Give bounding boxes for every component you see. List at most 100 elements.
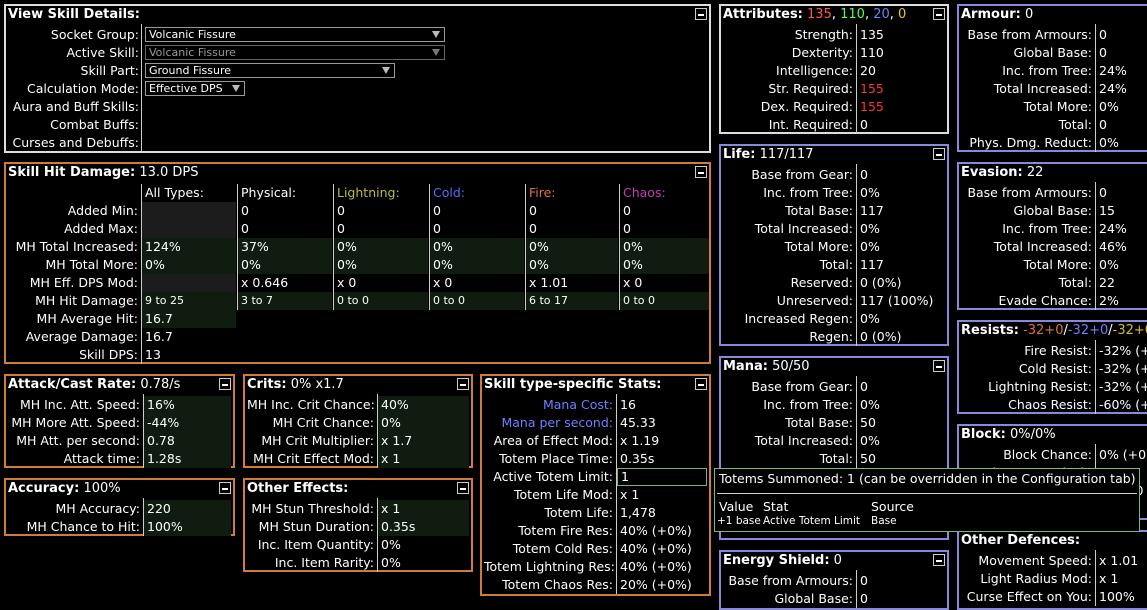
hit-row: MH Hit Damage: 9 to 25 3 to 70 to 00 to 06…: [8, 292, 709, 310]
stat-value: 24%: [1099, 63, 1127, 78]
stat-label: Inc. from Tree:: [763, 397, 853, 412]
skill-part-dropdown[interactable]: Ground Fissure: [145, 63, 395, 78]
stat-label: Str. Required:: [768, 81, 853, 96]
stat-value: 0%: [381, 555, 401, 570]
stat-value: x 1: [620, 487, 640, 502]
stat-row: Total Base: 50: [723, 414, 945, 432]
stat-label: Total Increased:: [754, 221, 853, 236]
stat-value: 1: [617, 468, 707, 486]
resists-title: Resists: -32+0/-32+0/-32+0: [961, 323, 1147, 338]
stat-value: 40% (+0%): [620, 523, 692, 538]
column-header: All Types:: [145, 185, 204, 200]
stat-row: Cold Resist: -32% (+0: [961, 360, 1147, 378]
stat-row: MH Inc. Crit Chance: 40%: [247, 396, 469, 414]
stat-value: 0: [860, 117, 868, 132]
stat-label: Base from Armours:: [728, 573, 853, 588]
stat-label: Inc. from Tree:: [1002, 221, 1092, 236]
collapse-icon[interactable]: [933, 360, 945, 372]
active-skill-dropdown[interactable]: Volcanic Fissure: [145, 45, 445, 60]
stat-row: Area of Effect Mod: x 1.19: [484, 432, 707, 450]
collapse-icon[interactable]: [457, 378, 469, 390]
stat-value: -60% (+0: [1099, 397, 1147, 412]
tooltip-title: Totems Summoned: 1 (can be overridden in…: [719, 471, 1136, 486]
stat-label: MH Crit Effect Mod:: [253, 451, 374, 466]
stat-label: Dexterity:: [791, 45, 853, 60]
stat-label: Mana per second:: [501, 415, 613, 430]
collapse-icon[interactable]: [933, 554, 945, 566]
stat-value: -44%: [144, 414, 231, 432]
tooltip-cell-stat: Active Totem Limit: [763, 515, 861, 527]
stat-value: 0: [860, 573, 868, 588]
socket-group-dropdown[interactable]: Volcanic Fissure: [145, 27, 445, 42]
collapse-icon[interactable]: [219, 378, 231, 390]
hit-cell: 0: [433, 203, 441, 218]
collapse-icon[interactable]: [457, 482, 469, 494]
stat-label: Total:: [819, 257, 853, 272]
hit-cell: x 0: [623, 275, 643, 290]
block-title: Block: 0%/0%: [961, 427, 1056, 442]
hit-cell: 0 to 0: [334, 292, 428, 310]
curses-label: Curses and Debuffs:: [12, 135, 139, 150]
column-header: Chaos:: [623, 185, 666, 200]
socket-group-label: Socket Group:: [50, 27, 139, 42]
stat-row: Light Radius Mod: x 1: [961, 570, 1147, 588]
hit-cell: 0%: [238, 256, 332, 274]
stat-label: MH Inc. Att. Speed:: [19, 397, 140, 412]
stat-row: Lightning Resist: -32% (+0: [961, 378, 1147, 396]
calc-mode-dropdown[interactable]: Effective DPS: [145, 81, 245, 96]
stat-row: Base from Armours: 0: [961, 184, 1147, 202]
stat-label: MH Inc. Crit Chance:: [247, 397, 375, 412]
stat-row: Intelligence: 20: [723, 62, 945, 80]
hit-row-label: Added Min:: [67, 203, 138, 218]
stat-row: Int. Required: 0: [723, 116, 945, 134]
collapse-icon[interactable]: [695, 166, 707, 178]
stat-value: 0: [860, 167, 868, 182]
stat-value: 0%: [860, 185, 880, 200]
stat-value: 40%: [378, 396, 469, 414]
stat-row: Base from Gear: 0: [723, 166, 945, 184]
collapse-icon[interactable]: [219, 482, 231, 494]
collapse-icon[interactable]: [933, 148, 945, 160]
stat-label: Chaos Resist:: [1008, 397, 1092, 412]
stat-row: Inc. from Tree: 0%: [723, 184, 945, 202]
stat-value: 0: [1099, 27, 1107, 42]
stat-row: Total: 117: [723, 256, 945, 274]
hit-cell: x 1.01: [529, 275, 569, 290]
stat-row: Total Increased: 46%: [961, 238, 1147, 256]
stat-label: MH Accuracy:: [55, 501, 140, 516]
stat-label: Mana Cost:: [542, 397, 613, 412]
stat-row: Total More: 0%: [961, 256, 1147, 274]
accuracy-title: Accuracy: 100%: [8, 481, 121, 496]
stat-value: 16%: [144, 396, 231, 414]
skill-hit-grid: All Types: Physical: Lightning: Cold: Fire: C…: [8, 184, 709, 364]
stat-label: Increased Regen:: [744, 311, 853, 326]
collapse-icon[interactable]: [933, 8, 945, 20]
stat-value: 0%: [860, 397, 880, 412]
stat-row: Total Base: 117: [723, 202, 945, 220]
stat-row: MH Chance to Hit: 100%: [8, 518, 231, 536]
stat-label: Evade Chance:: [998, 293, 1092, 308]
stat-value: 46%: [1099, 239, 1127, 254]
collapse-icon[interactable]: [695, 378, 707, 390]
collapse-icon[interactable]: [695, 8, 707, 20]
stat-value: 0: [860, 379, 868, 394]
stat-value: 24%: [1099, 221, 1127, 236]
stat-row: MH More Att. Speed: -44%: [8, 414, 231, 432]
stat-row: Total: 22: [961, 274, 1147, 292]
hit-row: Skill DPS: 13: [8, 346, 707, 364]
stat-label: Dex. Required:: [760, 99, 853, 114]
other-effects-title: Other Effects:: [247, 481, 349, 496]
stat-value: 0 (0%): [860, 329, 902, 344]
hit-cell: 0%: [430, 256, 524, 274]
hit-row: Added Max: 0 0 0 0 0: [8, 220, 707, 238]
evasion-panel: Evasion: 22 Base from Armours: 0 Global Ba…: [957, 162, 1147, 310]
energy-shield-panel: Energy Shield: 0 Base from Armours: 0 Glob…: [719, 550, 949, 610]
stat-row: Base from Armours: 0: [723, 572, 945, 590]
tooltip-header-stat: Stat: [763, 499, 789, 514]
crits-panel: Crits: 0% x1.7 MH Inc. Crit Chance: 40% MH…: [243, 374, 473, 468]
hit-row-label: MH Eff. DPS Mod:: [29, 275, 138, 290]
stat-row: MH Crit Effect Mod: x 1: [247, 450, 469, 468]
stat-label: Intelligence:: [776, 63, 853, 78]
hit-row: MH Total More: 0% 0% 0% 0% 0% 0%: [8, 256, 709, 274]
tooltip-cell-source: Base: [871, 515, 897, 527]
